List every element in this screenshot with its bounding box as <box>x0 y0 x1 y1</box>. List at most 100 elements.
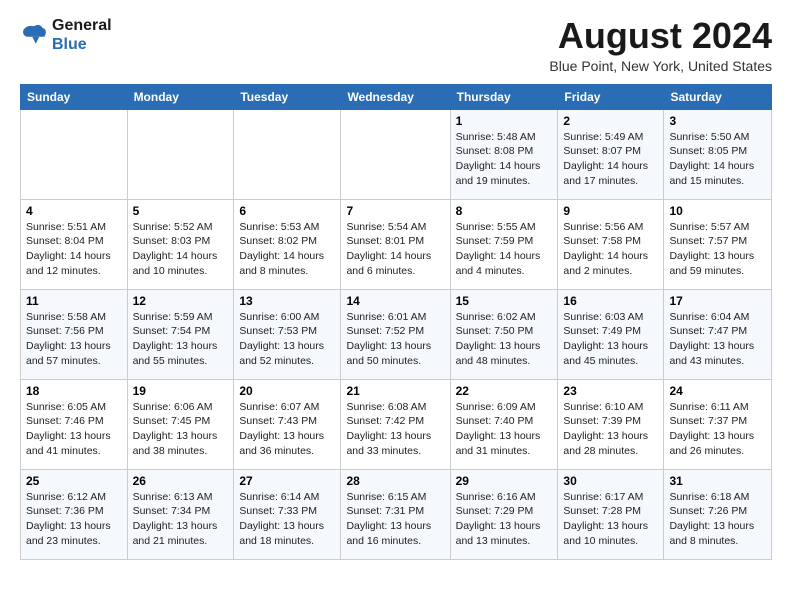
location: Blue Point, New York, United States <box>549 58 772 74</box>
calendar-cell: 24 Sunrise: 6:11 AM Sunset: 7:37 PM Dayli… <box>664 379 772 469</box>
day-info: Sunrise: 6:08 AM Sunset: 7:42 PM Dayligh… <box>346 400 444 459</box>
day-info: Sunrise: 5:54 AM Sunset: 8:01 PM Dayligh… <box>346 220 444 279</box>
calendar-cell: 4 Sunrise: 5:51 AM Sunset: 8:04 PM Daylig… <box>21 199 128 289</box>
calendar-week-1: 1 Sunrise: 5:48 AM Sunset: 8:08 PM Daylig… <box>21 109 772 199</box>
col-header-wednesday: Wednesday <box>341 84 450 109</box>
day-info: Sunrise: 6:07 AM Sunset: 7:43 PM Dayligh… <box>239 400 335 459</box>
day-info: Sunrise: 6:12 AM Sunset: 7:36 PM Dayligh… <box>26 490 122 549</box>
day-number: 24 <box>669 384 766 398</box>
calendar-cell: 19 Sunrise: 6:06 AM Sunset: 7:45 PM Dayli… <box>127 379 234 469</box>
calendar-cell: 2 Sunrise: 5:49 AM Sunset: 8:07 PM Daylig… <box>558 109 664 199</box>
day-info: Sunrise: 6:13 AM Sunset: 7:34 PM Dayligh… <box>133 490 229 549</box>
calendar-cell: 21 Sunrise: 6:08 AM Sunset: 7:42 PM Dayli… <box>341 379 450 469</box>
logo-blue: Blue <box>52 35 112 54</box>
day-number: 4 <box>26 204 122 218</box>
calendar-cell: 31Sunrise: 6:18 AM Sunset: 7:26 PM Dayli… <box>664 469 772 559</box>
calendar-week-3: 11 Sunrise: 5:58 AM Sunset: 7:56 PM Dayli… <box>21 289 772 379</box>
day-info: Sunrise: 5:55 AM Sunset: 7:59 PM Dayligh… <box>456 220 553 279</box>
day-info: Sunrise: 6:05 AM Sunset: 7:46 PM Dayligh… <box>26 400 122 459</box>
calendar-cell: 15 Sunrise: 6:02 AM Sunset: 7:50 PM Dayli… <box>450 289 558 379</box>
day-info: Sunrise: 6:03 AM Sunset: 7:49 PM Dayligh… <box>563 310 658 369</box>
day-number: 26 <box>133 474 229 488</box>
calendar-header-row: SundayMondayTuesdayWednesdayThursdayFrid… <box>21 84 772 109</box>
day-info: Sunrise: 5:53 AM Sunset: 8:02 PM Dayligh… <box>239 220 335 279</box>
day-number: 12 <box>133 294 229 308</box>
calendar-week-5: 25 Sunrise: 6:12 AM Sunset: 7:36 PM Dayli… <box>21 469 772 559</box>
day-number: 7 <box>346 204 444 218</box>
day-number: 19 <box>133 384 229 398</box>
calendar-cell <box>234 109 341 199</box>
day-number: 16 <box>563 294 658 308</box>
col-header-tuesday: Tuesday <box>234 84 341 109</box>
day-info: Sunrise: 6:09 AM Sunset: 7:40 PM Dayligh… <box>456 400 553 459</box>
col-header-monday: Monday <box>127 84 234 109</box>
calendar-cell: 5Sunrise: 5:52 AM Sunset: 8:03 PM Daylig… <box>127 199 234 289</box>
day-info: Sunrise: 6:15 AM Sunset: 7:31 PM Dayligh… <box>346 490 444 549</box>
day-number: 9 <box>563 204 658 218</box>
title-block: August 2024 Blue Point, New York, United… <box>549 16 772 74</box>
calendar-cell: 28 Sunrise: 6:15 AM Sunset: 7:31 PM Dayli… <box>341 469 450 559</box>
day-number: 1 <box>456 114 553 128</box>
day-info: Sunrise: 6:01 AM Sunset: 7:52 PM Dayligh… <box>346 310 444 369</box>
calendar-cell <box>127 109 234 199</box>
calendar-cell: 3 Sunrise: 5:50 AM Sunset: 8:05 PM Daylig… <box>664 109 772 199</box>
calendar-week-2: 4 Sunrise: 5:51 AM Sunset: 8:04 PM Daylig… <box>21 199 772 289</box>
day-number: 3 <box>669 114 766 128</box>
page-header: General Blue August 2024 Blue Point, New… <box>20 16 772 74</box>
calendar-cell: 7 Sunrise: 5:54 AM Sunset: 8:01 PM Daylig… <box>341 199 450 289</box>
day-number: 31 <box>669 474 766 488</box>
day-info: Sunrise: 5:50 AM Sunset: 8:05 PM Dayligh… <box>669 130 766 189</box>
calendar-cell: 6 Sunrise: 5:53 AM Sunset: 8:02 PM Daylig… <box>234 199 341 289</box>
day-number: 20 <box>239 384 335 398</box>
day-info: Sunrise: 5:58 AM Sunset: 7:56 PM Dayligh… <box>26 310 122 369</box>
day-number: 27 <box>239 474 335 488</box>
calendar-table: SundayMondayTuesdayWednesdayThursdayFrid… <box>20 84 772 560</box>
day-number: 15 <box>456 294 553 308</box>
calendar-cell: 12 Sunrise: 5:59 AM Sunset: 7:54 PM Dayli… <box>127 289 234 379</box>
day-number: 14 <box>346 294 444 308</box>
month-title: August 2024 <box>549 16 772 56</box>
calendar-cell <box>21 109 128 199</box>
calendar-cell: 14 Sunrise: 6:01 AM Sunset: 7:52 PM Dayli… <box>341 289 450 379</box>
day-number: 29 <box>456 474 553 488</box>
day-number: 23 <box>563 384 658 398</box>
calendar-cell: 29 Sunrise: 6:16 AM Sunset: 7:29 PM Dayli… <box>450 469 558 559</box>
day-info: Sunrise: 6:16 AM Sunset: 7:29 PM Dayligh… <box>456 490 553 549</box>
day-info: Sunrise: 5:51 AM Sunset: 8:04 PM Dayligh… <box>26 220 122 279</box>
calendar-cell: 25 Sunrise: 6:12 AM Sunset: 7:36 PM Dayli… <box>21 469 128 559</box>
day-number: 6 <box>239 204 335 218</box>
day-info: Sunrise: 5:59 AM Sunset: 7:54 PM Dayligh… <box>133 310 229 369</box>
calendar-cell: 16 Sunrise: 6:03 AM Sunset: 7:49 PM Dayli… <box>558 289 664 379</box>
day-number: 10 <box>669 204 766 218</box>
logo: General Blue <box>20 16 112 54</box>
day-info: Sunrise: 6:00 AM Sunset: 7:53 PM Dayligh… <box>239 310 335 369</box>
calendar-cell: 9Sunrise: 5:56 AM Sunset: 7:58 PM Daylig… <box>558 199 664 289</box>
calendar-cell: 11 Sunrise: 5:58 AM Sunset: 7:56 PM Dayli… <box>21 289 128 379</box>
day-number: 11 <box>26 294 122 308</box>
day-info: Sunrise: 5:48 AM Sunset: 8:08 PM Dayligh… <box>456 130 553 189</box>
day-info: Sunrise: 5:49 AM Sunset: 8:07 PM Dayligh… <box>563 130 658 189</box>
calendar-cell: 8Sunrise: 5:55 AM Sunset: 7:59 PM Daylig… <box>450 199 558 289</box>
day-number: 2 <box>563 114 658 128</box>
day-number: 18 <box>26 384 122 398</box>
col-header-thursday: Thursday <box>450 84 558 109</box>
logo-icon <box>20 21 48 49</box>
calendar-cell: 17 Sunrise: 6:04 AM Sunset: 7:47 PM Dayli… <box>664 289 772 379</box>
col-header-sunday: Sunday <box>21 84 128 109</box>
day-info: Sunrise: 6:14 AM Sunset: 7:33 PM Dayligh… <box>239 490 335 549</box>
day-number: 21 <box>346 384 444 398</box>
day-info: Sunrise: 6:04 AM Sunset: 7:47 PM Dayligh… <box>669 310 766 369</box>
calendar-cell: 30Sunrise: 6:17 AM Sunset: 7:28 PM Dayli… <box>558 469 664 559</box>
day-number: 17 <box>669 294 766 308</box>
day-info: Sunrise: 6:06 AM Sunset: 7:45 PM Dayligh… <box>133 400 229 459</box>
day-info: Sunrise: 6:11 AM Sunset: 7:37 PM Dayligh… <box>669 400 766 459</box>
day-number: 25 <box>26 474 122 488</box>
calendar-cell: 23 Sunrise: 6:10 AM Sunset: 7:39 PM Dayli… <box>558 379 664 469</box>
day-info: Sunrise: 6:02 AM Sunset: 7:50 PM Dayligh… <box>456 310 553 369</box>
day-number: 30 <box>563 474 658 488</box>
day-number: 28 <box>346 474 444 488</box>
calendar-cell: 13Sunrise: 6:00 AM Sunset: 7:53 PM Dayli… <box>234 289 341 379</box>
day-info: Sunrise: 6:10 AM Sunset: 7:39 PM Dayligh… <box>563 400 658 459</box>
day-info: Sunrise: 5:57 AM Sunset: 7:57 PM Dayligh… <box>669 220 766 279</box>
day-number: 5 <box>133 204 229 218</box>
